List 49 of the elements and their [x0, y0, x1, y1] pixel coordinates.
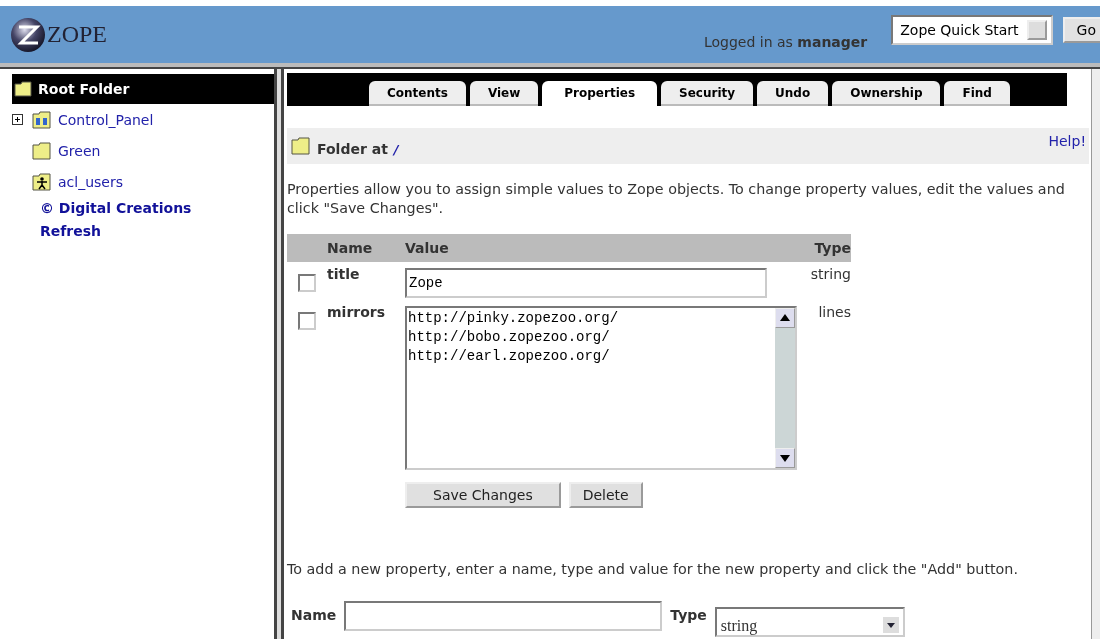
tree-item-link[interactable]: Control_Panel — [58, 111, 154, 128]
add-intro-text: To add a new property, enter a name, type and value for the new property and click the "Add" button. — [287, 560, 1019, 579]
tree-item-link[interactable]: Green — [58, 142, 101, 159]
scrollbar[interactable] — [775, 308, 795, 468]
logo-sphere-icon — [10, 16, 46, 53]
value-field[interactable]: Zope — [405, 268, 767, 298]
logo-text: ZOPE — [47, 21, 107, 48]
scroll-up-icon[interactable] — [775, 308, 795, 328]
folder-icon — [14, 81, 32, 97]
type-dropdown[interactable]: string — [714, 607, 905, 637]
location-label: Folder at — [317, 141, 388, 157]
sidebar-link[interactable]: © Digital Creations — [40, 197, 274, 220]
control-panel-icon — [32, 110, 52, 129]
tab[interactable]: View — [469, 81, 539, 106]
property-type: lines — [818, 304, 851, 320]
property-name: mirrors — [327, 304, 386, 320]
tab[interactable]: Contents — [369, 81, 466, 106]
go-button[interactable]: Go — [1062, 16, 1100, 43]
scroll-down-icon[interactable] — [775, 448, 795, 468]
tree-item-link[interactable]: acl_users — [58, 173, 123, 190]
folder-icon — [291, 137, 311, 155]
user-folder-icon — [32, 172, 52, 191]
delete-button[interactable]: Delete — [568, 482, 643, 508]
checkbox[interactable] — [298, 312, 316, 330]
page-scrollbar[interactable] — [1091, 69, 1100, 639]
name-label: Name — [291, 607, 337, 623]
type-label: Type — [670, 607, 707, 623]
column-header: Type — [813, 240, 851, 256]
help-link[interactable]: Help! — [1048, 133, 1086, 149]
tab[interactable]: Find — [944, 81, 1010, 106]
tab[interactable]: Security — [661, 81, 754, 106]
expand-icon[interactable] — [12, 114, 23, 125]
tab[interactable]: Ownership — [832, 81, 941, 106]
intro-text: Properties allow you to assign simple values to Zope objects. To change property values, edit the values and click "Save Changes". — [287, 180, 1066, 218]
name-field[interactable] — [344, 601, 663, 631]
property-type: string — [810, 266, 851, 282]
tab[interactable]: Undo — [757, 81, 829, 106]
path-link[interactable]: / — [393, 141, 399, 157]
tab[interactable]: Properties — [542, 81, 658, 106]
quick-start-dropdown[interactable]: Zope Quick Start — [891, 14, 1053, 45]
folder-icon — [32, 141, 52, 160]
sidebar-link[interactable]: Refresh — [40, 220, 274, 243]
column-header: Value — [405, 240, 450, 256]
tree-root[interactable]: Root Folder — [12, 74, 274, 104]
login-status: Logged in as manager — [703, 34, 868, 50]
column-header: Name — [327, 240, 374, 256]
property-name: title — [327, 266, 360, 282]
save-changes-button[interactable]: Save Changes — [405, 482, 561, 508]
checkbox[interactable] — [298, 274, 316, 292]
